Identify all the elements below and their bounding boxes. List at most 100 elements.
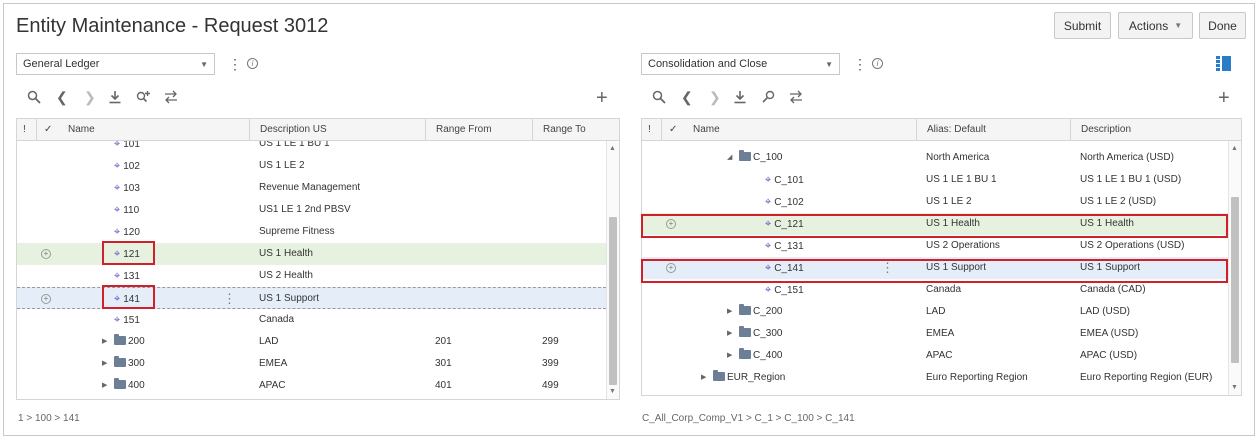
row-name[interactable]: ⌖ C_102 (765, 191, 804, 213)
tree-row[interactable]: ▶ 400 APAC 401 499 (17, 375, 606, 397)
back-icon[interactable]: ❮ (681, 90, 693, 104)
col-description[interactable]: Description (1070, 119, 1241, 141)
add-circle-icon[interactable]: + (41, 249, 51, 259)
member-node-icon: ⌖ (765, 196, 772, 208)
search-add-icon[interactable] (136, 90, 151, 106)
download-icon[interactable] (733, 90, 747, 106)
scroll-down-icon[interactable]: ▼ (1231, 384, 1238, 391)
search-icon[interactable] (652, 90, 666, 106)
col-status[interactable]: ! (17, 119, 36, 141)
col-range-to[interactable]: Range To (532, 119, 619, 141)
add-circle-icon[interactable]: + (41, 294, 51, 304)
row-name[interactable]: C_400 (739, 345, 782, 367)
right-tree-grid: ! ✓ Name Alias: Default Description ◢ C_1… (641, 118, 1242, 396)
add-icon[interactable]: + (1218, 88, 1230, 108)
scroll-down-icon[interactable]: ▼ (609, 388, 616, 395)
right-info-icon[interactable]: i (872, 58, 883, 69)
member-node-icon: ⌖ (765, 240, 772, 252)
scroll-thumb[interactable] (609, 217, 617, 385)
tree-row[interactable]: ▶ EUR_Region Euro Reporting Region Euro Rep… (642, 367, 1228, 389)
col-alias[interactable]: Alias: Default (916, 119, 1070, 141)
row-desc: EMEA (USD) (1080, 328, 1139, 339)
locate-icon[interactable] (761, 90, 776, 106)
expand-icon[interactable]: ▶ (102, 353, 107, 375)
tree-row[interactable]: ⌖ 101 US 1 LE 1 BU 1 (17, 141, 606, 155)
tree-row[interactable]: ▶ 200 LAD 201 299 (17, 331, 606, 353)
tree-row[interactable]: ▶ 300 EMEA 301 399 (17, 353, 606, 375)
expand-icon[interactable]: ▶ (701, 367, 706, 389)
row-name[interactable]: ⌖ 151 (114, 309, 140, 331)
right-scrollbar[interactable]: ▲ ▼ (1228, 141, 1241, 395)
row-from: 401 (435, 380, 452, 391)
collapse-icon[interactable]: ◢ (727, 147, 732, 169)
left-view-menu-icon[interactable]: ⋮ (228, 57, 242, 71)
row-to: 299 (542, 336, 559, 347)
row-name[interactable]: ⌖ C_131 (765, 235, 804, 257)
scroll-thumb[interactable] (1231, 197, 1239, 363)
row-alias: US 1 LE 1 BU 1 (926, 174, 997, 185)
expand-icon[interactable]: ▶ (102, 375, 107, 397)
forward-icon[interactable]: ❯ (84, 90, 96, 104)
row-name[interactable]: ⌖ 131 (114, 265, 140, 287)
row-name[interactable]: ⌖ 103 (114, 177, 140, 199)
col-status[interactable]: ! (642, 119, 661, 141)
col-description[interactable]: Description US (249, 119, 425, 141)
row-name[interactable]: 200 (114, 331, 145, 353)
row-name[interactable]: 400 (114, 375, 145, 397)
row-name[interactable]: ⌖ 101 (114, 141, 140, 155)
tree-row[interactable]: ⌖ C_131 US 2 Operations US 2 Operations (US… (642, 235, 1228, 257)
expand-icon[interactable]: ▶ (727, 301, 732, 323)
tree-row[interactable]: ⌖ 102 US 1 LE 2 (17, 155, 606, 177)
row-desc: Supreme Fitness (259, 226, 335, 237)
left-view-select[interactable]: General Ledger ▼ (16, 53, 215, 75)
done-button[interactable]: Done (1199, 12, 1246, 39)
col-check[interactable]: ✓ (36, 119, 60, 141)
col-name[interactable]: Name (685, 119, 916, 141)
row-name[interactable]: EUR_Region (713, 367, 785, 389)
expand-icon[interactable]: ▶ (727, 345, 732, 367)
left-info-icon[interactable]: i (247, 58, 258, 69)
row-name[interactable]: C_300 (739, 323, 782, 345)
download-icon[interactable] (108, 90, 122, 106)
scroll-up-icon[interactable]: ▲ (1231, 145, 1238, 152)
scroll-up-icon[interactable]: ▲ (609, 145, 616, 152)
swap-icon[interactable] (789, 90, 803, 106)
actions-button[interactable]: Actions ▼ (1118, 12, 1193, 39)
row-menu-icon[interactable]: ⋮ (223, 288, 236, 310)
tree-row[interactable]: ▶ C_200 LAD LAD (USD) (642, 301, 1228, 323)
search-icon[interactable] (27, 90, 41, 106)
row-name[interactable]: 300 (114, 353, 145, 375)
tree-row[interactable]: ⌖ C_102 US 1 LE 2 US 1 LE 2 (USD) (642, 191, 1228, 213)
col-name[interactable]: Name (60, 119, 249, 141)
row-name[interactable]: ⌖ 120 (114, 221, 140, 243)
right-breadcrumb[interactable]: C_All_Corp_Comp_V1 > C_1 > C_100 > C_141 (642, 413, 855, 424)
back-icon[interactable]: ❮ (56, 90, 68, 104)
add-icon[interactable]: + (596, 88, 608, 108)
left-breadcrumb[interactable]: 1 > 100 > 141 (18, 413, 80, 424)
row-name[interactable]: C_200 (739, 301, 782, 323)
right-view-select[interactable]: Consolidation and Close ▼ (641, 53, 840, 75)
swap-icon[interactable] (164, 90, 178, 106)
expand-icon[interactable]: ▶ (727, 323, 732, 345)
tree-row[interactable]: ⌖ 103 Revenue Management (17, 177, 606, 199)
forward-icon[interactable]: ❯ (709, 90, 721, 104)
column-layout-icon[interactable] (1216, 56, 1231, 71)
submit-button[interactable]: Submit (1054, 12, 1111, 39)
row-name[interactable]: ⌖ 102 (114, 155, 140, 177)
col-check[interactable]: ✓ (661, 119, 685, 141)
left-scrollbar[interactable]: ▲ ▼ (606, 141, 619, 399)
tree-row[interactable]: ⌖ C_101 US 1 LE 1 BU 1 US 1 LE 1 BU 1 (USD) (642, 169, 1228, 191)
col-range-from[interactable]: Range From (425, 119, 532, 141)
tree-row[interactable]: ⌖ 151 Canada (17, 309, 606, 331)
row-name[interactable]: ⌖ 110 (114, 199, 139, 221)
right-view-menu-icon[interactable]: ⋮ (853, 57, 867, 71)
row-name[interactable]: C_100 (739, 147, 782, 169)
tree-row[interactable]: ⌖ 131 US 2 Health (17, 265, 606, 287)
tree-row[interactable]: ⌖ 120 Supreme Fitness (17, 221, 606, 243)
tree-row[interactable]: ▶ C_400 APAC APAC (USD) (642, 345, 1228, 367)
expand-icon[interactable]: ▶ (102, 331, 107, 353)
tree-row[interactable]: ▶ C_300 EMEA EMEA (USD) (642, 323, 1228, 345)
tree-row[interactable]: ⌖ 110 US1 LE 1 2nd PBSV (17, 199, 606, 221)
tree-row[interactable]: ◢ C_100 North America North America (USD) (642, 147, 1228, 169)
row-name[interactable]: ⌖ C_101 (765, 169, 804, 191)
